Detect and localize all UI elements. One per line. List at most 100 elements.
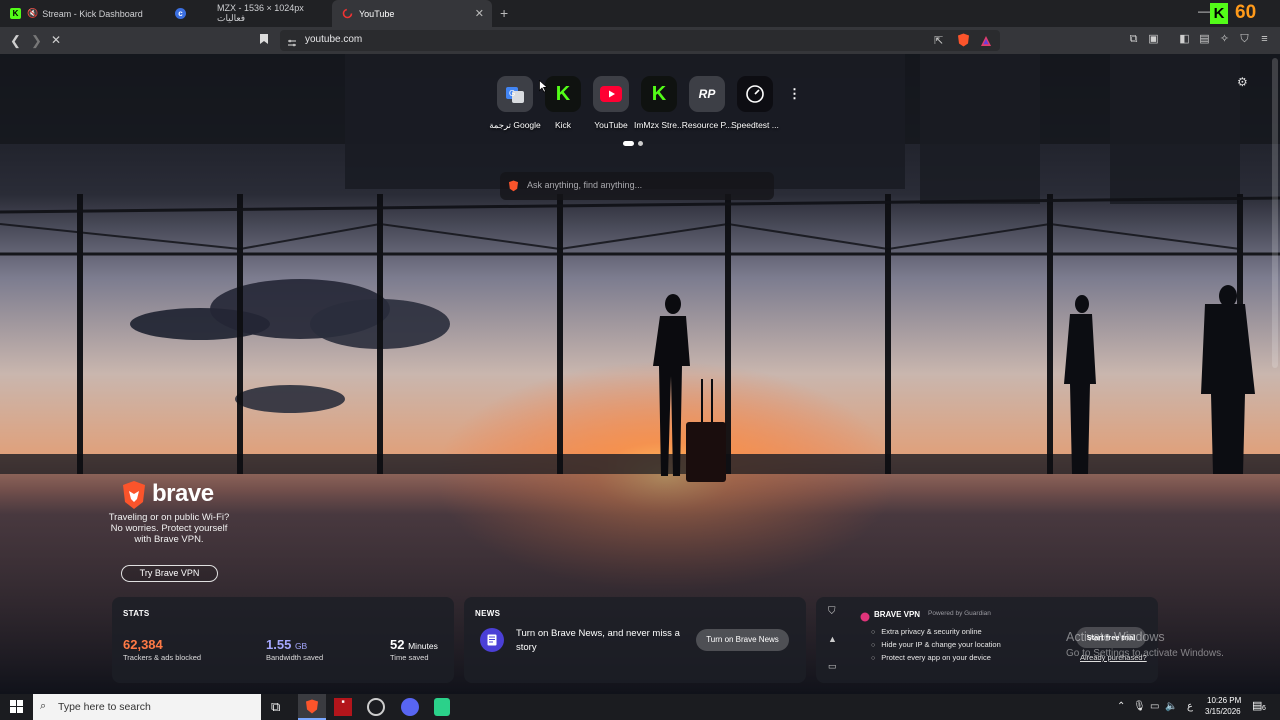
tray-mic-icon[interactable]: 🎙: [1133, 701, 1146, 712]
news-promo-text: Turn on Brave News, and never miss a sto…: [516, 628, 680, 653]
vpn-shield-icon: ⛉: [828, 606, 836, 617]
speedtest-icon: [737, 76, 773, 112]
tray-language[interactable]: ع: [1187, 701, 1193, 712]
time-unit: Minutes: [408, 641, 438, 651]
rp-icon: RP: [689, 76, 725, 112]
clock-time[interactable]: 10:26 PM: [1207, 696, 1241, 705]
search-input[interactable]: Ask anything, find anything...: [500, 172, 774, 200]
brave-search-icon: [508, 179, 519, 197]
stats-title: STATS: [123, 609, 150, 618]
google-translate-icon: G: [497, 76, 533, 112]
minimize-button[interactable]: —: [1198, 4, 1210, 18]
tray-network-icon[interactable]: ▭: [1150, 701, 1159, 712]
mouse-cursor: [539, 79, 548, 98]
kick-overlay-icon: K: [1210, 3, 1228, 24]
vpn-bell-icon: ▲: [828, 634, 837, 644]
site-icon: c: [175, 8, 186, 19]
vpn-feature: Extra privacy & security online: [871, 627, 981, 636]
time-saved-label: Time saved: [390, 653, 429, 662]
taskbar-app-icon[interactable]: [434, 698, 450, 716]
already-purchased-link[interactable]: Already purchased?: [1080, 653, 1147, 662]
bandwidth-unit: GB: [294, 641, 308, 651]
browser-toolbar: ❮ ❯ ✕ youtube.com ⇱ ⧉ ▣ ◧ ▤ ✧ ⛉ ≡: [0, 27, 1280, 54]
taskbar-brave-app[interactable]: [298, 694, 326, 720]
stats-card: STATS 62,384 Trackers & ads blocked 1.55…: [112, 597, 454, 683]
windows-start-icon[interactable]: [10, 700, 23, 718]
taskbar-obs-icon[interactable]: [367, 698, 385, 716]
scrollbar-thumb[interactable]: [1272, 58, 1278, 368]
vpn-shield-icon[interactable]: ⛉: [1238, 33, 1251, 46]
task-view-icon[interactable]: ⧉: [271, 699, 280, 715]
brave-lion-logo-icon: [121, 480, 147, 515]
turn-on-brave-news-button[interactable]: Turn on Brave News: [696, 629, 789, 651]
new-tab-button[interactable]: +: [500, 5, 508, 21]
site-settings-icon[interactable]: [287, 35, 297, 53]
notification-count: 6: [1262, 705, 1266, 712]
tray-volume-icon[interactable]: 🔈: [1165, 701, 1177, 712]
forward-icon[interactable]: ❯: [31, 33, 42, 49]
try-brave-vpn-button[interactable]: Try Brave VPN: [121, 565, 218, 582]
youtube-icon: [593, 76, 629, 112]
sidebar-icon[interactable]: ◧: [1178, 33, 1191, 46]
tab-title: MZX - 1536 × 1024px فعاليات: [217, 3, 304, 23]
tray-overflow-icon[interactable]: ⌃: [1117, 701, 1125, 712]
taskbar-search-input[interactable]: ⌕ Type here to search: [33, 694, 261, 720]
page-dot-active[interactable]: [623, 141, 634, 146]
wallet-icon[interactable]: ▣: [1147, 33, 1160, 46]
time-saved-value: 52 Minutes: [390, 637, 438, 652]
url-text: youtube.com: [305, 34, 363, 45]
top-sites-more-icon[interactable]: ⋮: [788, 86, 801, 102]
tab-title: Stream - Kick Dashboard: [42, 8, 143, 19]
bandwidth-saved-value: 1.55 GB: [266, 637, 308, 652]
news-title: NEWS: [475, 609, 501, 618]
vpn-powered-by: Powered by Guardian: [928, 610, 991, 617]
brave-rewards-icon[interactable]: [980, 34, 992, 52]
back-icon[interactable]: ❮: [10, 33, 21, 49]
vpn-promo-text: Traveling or on public Wi-Fi? No worries…: [108, 512, 230, 545]
kick-icon: K: [545, 76, 581, 112]
page-dot[interactable]: [638, 141, 643, 146]
tab-strip: K 🔇 Stream - Kick Dashboard c MZX - 1536…: [0, 0, 1280, 27]
extensions-icon[interactable]: ⧉: [1127, 33, 1140, 46]
news-card: NEWS Turn on Brave News, and never miss …: [464, 597, 806, 683]
taskbar-app-icon[interactable]: ■: [334, 698, 352, 716]
svg-text:G: G: [509, 89, 515, 98]
loading-spinner-icon: [342, 8, 353, 19]
address-bar[interactable]: youtube.com ⇱: [280, 30, 1000, 51]
top-site-speedtest[interactable]: Speedtest ...: [725, 76, 785, 130]
taskbar-search-placeholder: Type here to search: [58, 701, 151, 713]
stop-loading-icon[interactable]: ✕: [51, 33, 61, 47]
notification-icon[interactable]: ▤: [1252, 699, 1262, 712]
bandwidth-saved-label: Bandwidth saved: [266, 653, 324, 662]
news-icon: [480, 628, 504, 652]
brave-vpn-logo-icon: [860, 609, 870, 627]
kick-icon: K: [10, 8, 21, 19]
close-tab-icon[interactable]: ✕: [475, 7, 484, 20]
kick-icon: K: [641, 76, 677, 112]
reading-list-icon[interactable]: ▤: [1198, 33, 1211, 46]
vpn-title: BRAVE VPN: [874, 610, 921, 619]
start-free-trial-button[interactable]: Start free trial: [1076, 627, 1146, 648]
brave-shields-icon[interactable]: [957, 33, 970, 52]
vpn-box-icon: ▭: [828, 661, 837, 671]
customize-gear-icon[interactable]: ⚙: [1237, 75, 1248, 89]
leo-ai-icon[interactable]: ✧: [1218, 33, 1231, 46]
tab-unnamed[interactable]: c: [165, 0, 205, 27]
windows-taskbar: ⌕ Type here to search ⧉ ■ ⌃ 🎙 ▭ 🔈 ع 10:2…: [0, 694, 1280, 720]
muted-speaker-icon[interactable]: 🔇: [27, 8, 38, 19]
taskbar-discord-icon[interactable]: [401, 698, 419, 716]
tab-mzx[interactable]: MZX - 1536 × 1024px فعاليات: [207, 0, 332, 27]
bookmark-icon[interactable]: [259, 33, 269, 48]
overlay-counter: 60: [1235, 2, 1257, 23]
trackers-blocked-value: 62,384: [123, 637, 163, 652]
search-icon: ⌕: [40, 700, 47, 712]
tab-kick-dashboard[interactable]: K 🔇 Stream - Kick Dashboard: [0, 0, 163, 27]
tab-title: YouTube: [359, 8, 395, 19]
share-icon[interactable]: ⇱: [934, 34, 943, 47]
tab-youtube[interactable]: YouTube ✕: [332, 0, 492, 27]
menu-icon[interactable]: ≡: [1258, 33, 1271, 46]
top-site-label: Speedtest ...: [731, 120, 779, 130]
brave-wordmark: brave: [152, 480, 214, 507]
vpn-feature: Hide your IP & change your location: [871, 640, 1001, 649]
clock-date[interactable]: 3/15/2026: [1205, 707, 1241, 716]
